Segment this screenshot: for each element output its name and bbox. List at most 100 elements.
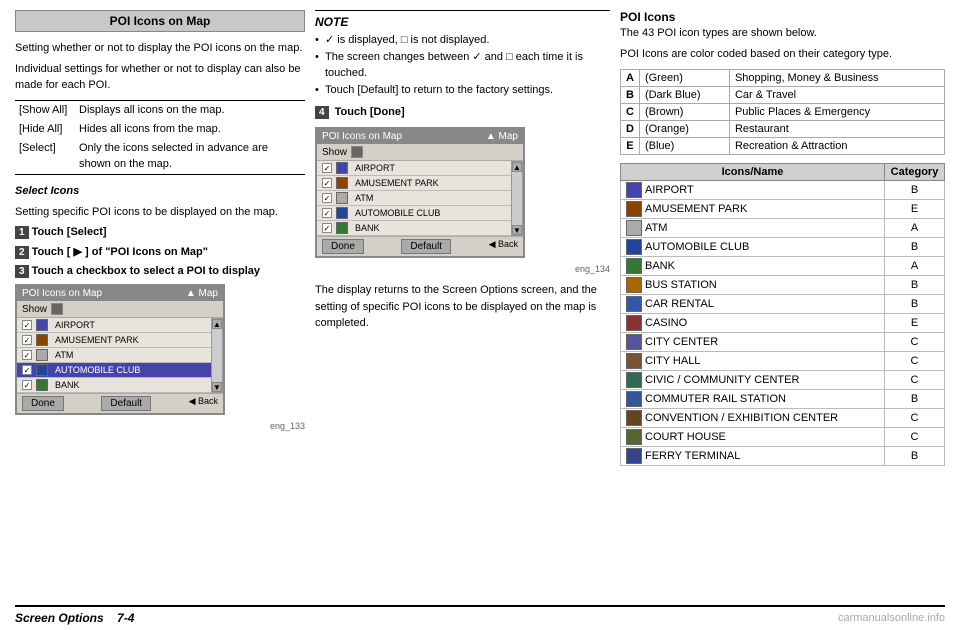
nav-back-btn[interactable]: ◀ Back: [489, 239, 518, 254]
poi-table-row: AMUSEMENT PARKE: [621, 199, 945, 218]
nav-scrollbar[interactable]: ▲▼: [511, 161, 523, 236]
poi-icon: [626, 220, 642, 236]
poi-item-name: BANK: [621, 256, 885, 275]
step4-text: Touch [Done]: [335, 106, 405, 118]
poi-table-row: CITY CENTERC: [621, 332, 945, 351]
nav-screen-item[interactable]: AMUSEMENT PARK: [17, 333, 211, 348]
poi-icon: [626, 315, 642, 331]
scroll-down[interactable]: ▼: [512, 225, 522, 235]
poi-icon: [626, 353, 642, 369]
poi-item-name: AMUSEMENT PARK: [621, 199, 885, 218]
nav-screen-1: POI Icons on Map ▲ Map Show AIRPORTAMUSEMEN…: [15, 284, 225, 415]
nav-screen-header: POI Icons on Map▲ Map: [317, 129, 523, 144]
nav-screen-item[interactable]: BANK: [17, 378, 211, 393]
category-name: Public Places & Emergency: [729, 103, 944, 120]
settings-value: Displays all icons on the map.: [75, 100, 305, 120]
poi-item-category: E: [885, 313, 945, 332]
select-icons-desc: Setting specific POI icons to be display…: [15, 204, 305, 221]
note-item: Touch [Default] to return to the factory…: [315, 82, 610, 99]
note-item: The screen changes between ✓ and □ each …: [315, 49, 610, 82]
poi-item-category: C: [885, 351, 945, 370]
poi-item-category: C: [885, 332, 945, 351]
nav-screen-item[interactable]: AUTOMOBILE CLUB: [17, 363, 211, 378]
nav-item-label: ATM: [55, 350, 73, 360]
settings-value: Hides all icons from the map.: [75, 120, 305, 139]
poi-icon: [626, 277, 642, 293]
note-item: ✓ is displayed, □ is not displayed.: [315, 32, 610, 49]
poi-table-row: CONVENTION / EXHIBITION CENTERC: [621, 408, 945, 427]
nav-screen-item[interactable]: AIRPORT: [317, 161, 511, 176]
nav-title: POI Icons on Map: [22, 288, 102, 299]
color-category-row: B(Dark Blue)Car & Travel: [621, 86, 945, 103]
category-letter: D: [621, 120, 640, 137]
nav-btn-done[interactable]: Done: [22, 396, 64, 411]
category-letter: A: [621, 69, 640, 86]
settings-key: [Show All]: [15, 100, 75, 120]
poi-item-category: B: [885, 446, 945, 465]
poi-item-name: ATM: [621, 218, 885, 237]
nav-screen-item[interactable]: AUTOMOBILE CLUB: [317, 206, 511, 221]
poi-list-table: Icons/Name Category AIRPORTBAMUSEMENT PA…: [620, 163, 945, 466]
category-name: Restaurant: [729, 120, 944, 137]
poi-icon: [626, 239, 642, 255]
footer-section-label: Screen Options 7-4: [15, 611, 134, 625]
nav-show-label: Show: [22, 304, 47, 315]
poi-item-name: CAR RENTAL: [621, 294, 885, 313]
nav-screen-item[interactable]: ATM: [17, 348, 211, 363]
poi-item-category: B: [885, 237, 945, 256]
color-category-row: E(Blue)Recreation & Attraction: [621, 137, 945, 154]
nav-screen-item[interactable]: AIRPORT: [17, 318, 211, 333]
footer: Screen Options 7-4 carmanualsonline.info: [15, 605, 945, 625]
nav-screen-item[interactable]: BANK: [317, 221, 511, 236]
category-color: (Blue): [639, 137, 729, 154]
poi-col-name: Icons/Name: [621, 163, 885, 180]
scroll-up[interactable]: ▲: [212, 319, 222, 329]
poi-item-name: AIRPORT: [621, 180, 885, 199]
nav-show-label: Show: [322, 147, 347, 158]
poi-icon: [626, 391, 642, 407]
settings-key: [Select]: [15, 139, 75, 174]
poi-table-row: COMMUTER RAIL STATIONB: [621, 389, 945, 408]
poi-item-name: CITY HALL: [621, 351, 885, 370]
settings-row: [Show All]Displays all icons on the map.: [15, 100, 305, 120]
poi-table-row: BANKA: [621, 256, 945, 275]
nav-title: POI Icons on Map: [322, 131, 402, 142]
poi-table-row: COURT HOUSEC: [621, 427, 945, 446]
poi-table-row: CASINOE: [621, 313, 945, 332]
nav-show-row: Show: [317, 144, 523, 161]
nav-screen-item[interactable]: AMUSEMENT PARK: [317, 176, 511, 191]
settings-row: [Hide All]Hides all icons from the map.: [15, 120, 305, 139]
nav-btn-default[interactable]: Default: [101, 396, 151, 411]
nav-screen-2-caption: eng_134: [315, 264, 610, 274]
poi-item-name: CITY CENTER: [621, 332, 885, 351]
poi-col-category: Category: [885, 163, 945, 180]
nav-btn-default[interactable]: Default: [401, 239, 451, 254]
poi-item-name: CONVENTION / EXHIBITION CENTER: [621, 408, 885, 427]
step4-num: 4: [315, 106, 329, 119]
nav-screen-footer: Done Default ◀ Back: [17, 393, 223, 413]
nav-btn-done[interactable]: Done: [322, 239, 364, 254]
nav-screen-2: POI Icons on Map▲ Map Show AIRPORT AMUSEMEN…: [315, 127, 525, 258]
category-color: (Orange): [639, 120, 729, 137]
poi-icon: [626, 372, 642, 388]
scroll-down[interactable]: ▼: [212, 382, 222, 392]
nav-map-label: ▲ Map: [186, 288, 218, 299]
poi-table-row: BUS STATIONB: [621, 275, 945, 294]
nav-screen-footer: Done Default ◀ Back: [317, 236, 523, 256]
category-name: Shopping, Money & Business: [729, 69, 944, 86]
section-title: POI Icons on Map: [15, 10, 305, 32]
nav-back-btn[interactable]: ◀ Back: [189, 396, 218, 411]
poi-item-name: FERRY TERMINAL: [621, 446, 885, 465]
step-3-num: 3: [15, 265, 29, 278]
poi-icon: [626, 201, 642, 217]
scroll-up[interactable]: ▲: [512, 162, 522, 172]
step-1-num: 1: [15, 226, 29, 239]
poi-icon: [626, 429, 642, 445]
nav-item-label: AIRPORT: [355, 163, 395, 173]
step-3-block: 3Touch a checkbox to select a POI to dis…: [15, 265, 305, 278]
note-title: NOTE: [315, 15, 610, 29]
nav-scrollbar[interactable]: ▲▼: [211, 318, 223, 393]
poi-item-name: COURT HOUSE: [621, 427, 885, 446]
poi-icons-title: POI Icons: [620, 10, 945, 24]
nav-screen-item[interactable]: ATM: [317, 191, 511, 206]
